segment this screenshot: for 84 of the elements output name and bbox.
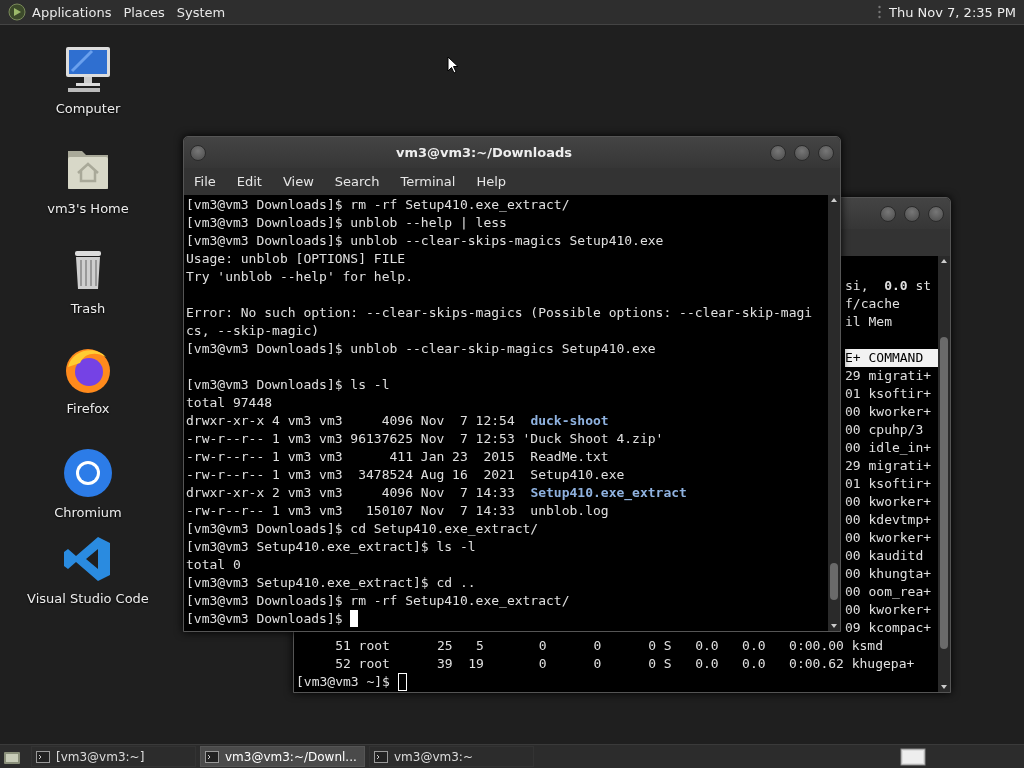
icon-label[interactable]: vm3's Home <box>47 201 129 216</box>
terminal-text: 09 kcompac+ <box>845 619 933 637</box>
terminal-line: [vm3@vm3 Downloads]$ rm -rf Setup410.exe_extract/ <box>186 196 570 214</box>
logo-icon[interactable] <box>8 3 26 21</box>
window-control-button[interactable] <box>904 205 920 222</box>
terminal-line: -rw-r--r-- 1 vm3 vm3 411 Jan 23 2015 ReadMe.txt <box>186 448 609 466</box>
icon-label[interactable]: Computer <box>55 101 121 116</box>
terminal-line: total 97448 <box>186 394 273 412</box>
terminal-text: 00 kworker+ <box>845 601 933 619</box>
terminal-text: 00 kworker+ <box>845 493 933 511</box>
icon-label[interactable]: Chromium <box>54 505 122 520</box>
workspace-switcher-icon[interactable] <box>900 747 926 766</box>
terminal-icon <box>374 750 388 763</box>
terminal-line: Try 'unblob --help' for help. <box>186 268 413 286</box>
terminal-line: [vm3@vm3 Downloads]$ unblob --help | less <box>186 214 507 232</box>
menu-item[interactable]: Places <box>123 4 165 20</box>
terminal-text: il Mem <box>845 313 893 331</box>
window-control-button[interactable] <box>928 205 944 222</box>
menu-item[interactable]: Applications <box>32 4 112 20</box>
window-control-button[interactable] <box>880 205 896 222</box>
terminal-text: 01 ksoftir+ <box>845 475 933 493</box>
terminal-line: [vm3@vm3 Setup410.exe_extract]$ ls -l <box>186 538 476 556</box>
mouse-pointer-icon <box>447 56 459 74</box>
terminal-text: 00 kauditd <box>845 547 925 565</box>
scrollbar[interactable] <box>828 195 840 631</box>
terminal-text: si, 0.0 st <box>845 277 933 295</box>
window-title: vm3@vm3:~/Downloads <box>394 145 574 160</box>
terminal-line: drwxr-xr-x 2 vm3 vm3 4096 Nov 7 14:33 Setup410.exe_extract <box>186 484 687 502</box>
terminal-line: total 0 <box>186 556 241 574</box>
menu-item[interactable]: Terminal <box>400 174 456 189</box>
terminal-line: Usage: unblob [OPTIONS] FILE <box>186 250 406 268</box>
terminal-text: 29 migrati+ <box>845 457 933 475</box>
terminal-line: [vm3@vm3 Downloads]$ unblob --clear-skip-magics Setup410.exe <box>186 340 656 358</box>
terminal-text: f/cache <box>845 295 901 313</box>
terminal-text: 00 kworker+ <box>845 529 933 547</box>
window-control-button[interactable] <box>770 144 786 161</box>
terminal-window[interactable] <box>183 136 841 632</box>
scroll-thumb[interactable] <box>830 562 838 601</box>
terminal-text: 00 khungta+ <box>845 565 933 583</box>
terminal-line: [vm3@vm3 Downloads]$ unblob --clear-skips-magics Setup410.exe <box>186 232 664 250</box>
terminal-line: Error: No such option: --clear-skips-magics (Possible options: --clear-skip-magi <box>186 304 813 322</box>
icon-label[interactable]: Trash <box>70 301 106 316</box>
panel-handle-icon <box>878 4 881 20</box>
clock[interactable]: Thu Nov 7, 2:35 PM <box>889 4 1016 20</box>
terminal-line: [vm3@vm3 Downloads]$ ls -l <box>186 376 390 394</box>
column-header: E+ COMMAND <box>845 349 938 367</box>
menu-item[interactable]: File <box>194 174 216 189</box>
terminal-line: -rw-r--r-- 1 vm3 vm3 150107 Nov 7 14:33 unblob.log <box>186 502 609 520</box>
terminal-text: 00 cpuhp/3 <box>845 421 925 439</box>
terminal-text: 29 migrati+ <box>845 367 933 385</box>
taskbar-button[interactable]: [vm3@vm3:~] <box>31 746 196 767</box>
taskbar-button[interactable]: vm3@vm3:~ <box>369 746 534 767</box>
menu-item[interactable]: Search <box>334 174 380 189</box>
terminal-line: [vm3@vm3 Downloads]$ cd Setup410.exe_extract/ <box>186 520 539 538</box>
terminal-text: 00 kworker+ <box>845 403 933 421</box>
terminal-icon <box>36 750 50 763</box>
terminal-line: 52 root 39 19 0 0 0 S 0.0 0.0 0:00.62 khugepa+ <box>334 655 915 673</box>
terminal-line: [vm3@vm3 Downloads]$ <box>186 610 344 628</box>
terminal-text: 00 idle_in+ <box>845 439 933 457</box>
terminal-line: 51 root 25 5 0 0 0 S 0.0 0.0 0:00.00 ksmd <box>334 637 883 655</box>
terminal-text: 00 oom_rea+ <box>845 583 933 601</box>
icon-label[interactable]: Visual Studio Code <box>27 591 149 606</box>
icon-label[interactable]: Firefox <box>66 401 110 416</box>
terminal-icon <box>205 750 219 763</box>
menu-item[interactable]: Help <box>476 174 507 189</box>
window-control-button[interactable] <box>794 144 810 161</box>
menu-item[interactable]: Edit <box>236 174 262 189</box>
terminal-line: cs, --skip-magic) <box>186 322 320 340</box>
window-control-button[interactable] <box>818 144 834 161</box>
terminal-text: 01 ksoftir+ <box>845 385 933 403</box>
terminal-line: [vm3@vm3 ~]$ <box>296 673 391 691</box>
terminal-line: [vm3@vm3 Setup410.exe_extract]$ cd .. <box>186 574 476 592</box>
terminal-line: -rw-r--r-- 1 vm3 vm3 3478524 Aug 16 2021 Setup410.exe <box>186 466 625 484</box>
terminal-line: -rw-r--r-- 1 vm3 vm3 96137625 Nov 7 12:53 'Duck Shoot 4.zip' <box>186 430 664 448</box>
menu-item[interactable]: View <box>282 174 314 189</box>
scrollbar[interactable] <box>938 256 950 692</box>
terminal-line: drwxr-xr-x 4 vm3 vm3 4096 Nov 7 12:54 duck-shoot <box>186 412 609 430</box>
scroll-thumb[interactable] <box>940 336 948 649</box>
app-icon[interactable] <box>62 447 114 499</box>
terminal-line: [vm3@vm3 Downloads]$ rm -rf Setup410.exe_extract/ <box>186 592 570 610</box>
menu-item[interactable]: System <box>176 4 226 20</box>
window-menu-button[interactable] <box>190 144 206 161</box>
taskbar-button[interactable]: vm3@vm3:~/Downl... <box>200 746 365 767</box>
terminal-text: 00 kdevtmp+ <box>845 511 933 529</box>
